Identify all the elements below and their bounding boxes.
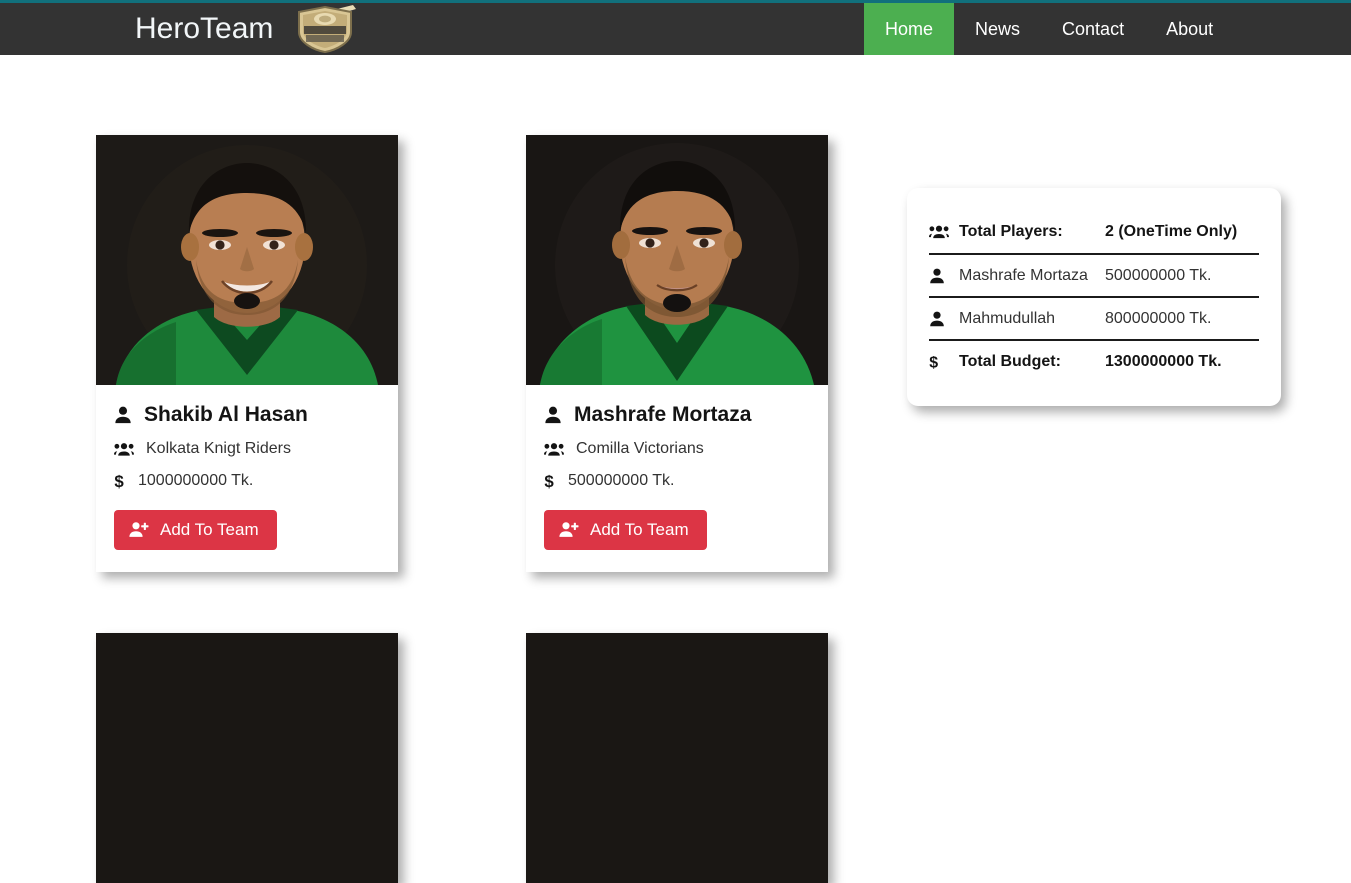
player-photo xyxy=(526,135,828,385)
player-price-row: $ 500000000 Tk. xyxy=(544,472,810,490)
add-to-team-label: Add To Team xyxy=(590,519,689,539)
brand[interactable]: HeroTeam xyxy=(135,3,361,55)
add-to-team-button[interactable]: Add To Team xyxy=(114,509,277,550)
summary-row-total-players: Total Players: 2 (OneTime Only) xyxy=(929,210,1259,253)
summary-value: 500000000 Tk. xyxy=(1105,266,1212,284)
player-name-row: Shakib Al Hasan xyxy=(114,403,380,426)
player-card xyxy=(526,633,828,883)
player-name-row: Mashrafe Mortaza xyxy=(544,403,810,426)
users-group-icon xyxy=(929,224,953,239)
summary-label: Total Players: xyxy=(959,222,1063,240)
player-price: 500000000 Tk. xyxy=(568,471,675,489)
player-price: 1000000000 Tk. xyxy=(138,471,254,489)
player-photo xyxy=(96,633,398,883)
summary-value: 2 (OneTime Only) xyxy=(1105,222,1238,240)
player-card: Shakib Al Hasan Kolkata Knigt Riders $ 1… xyxy=(96,135,398,572)
svg-text:$: $ xyxy=(544,472,554,490)
nav-item-contact[interactable]: Contact xyxy=(1041,3,1145,55)
user-plus-icon xyxy=(559,521,579,538)
summary-row-player: Mahmudullah 800000000 Tk. xyxy=(929,296,1259,339)
summary-row-total-budget: $ Total Budget: 1300000000 Tk. xyxy=(929,339,1259,382)
challengers-shield-logo-icon xyxy=(287,4,361,54)
summary-label: Total Budget: xyxy=(959,352,1061,370)
team-summary-panel: Total Players: 2 (OneTime Only) Mashrafe… xyxy=(907,188,1281,406)
nav-item-news[interactable]: News xyxy=(954,3,1041,55)
summary-value: 1300000000 Tk. xyxy=(1105,352,1222,370)
player-photo xyxy=(526,633,828,883)
users-group-icon xyxy=(114,441,134,457)
summary-label: Mahmudullah xyxy=(959,309,1056,327)
user-icon xyxy=(544,406,562,424)
user-icon xyxy=(114,406,132,424)
nav-item-about[interactable]: About xyxy=(1145,3,1234,55)
brand-title: HeroTeam xyxy=(135,12,274,45)
player-team: Comilla Victorians xyxy=(576,440,704,458)
nav-links: Home News Contact About xyxy=(864,3,1234,55)
summary-value: 800000000 Tk. xyxy=(1105,309,1212,327)
player-team: Kolkata Knigt Riders xyxy=(146,440,291,458)
player-card: Mashrafe Mortaza Comilla Victorians $ 50… xyxy=(526,135,828,572)
player-photo xyxy=(96,135,398,385)
user-icon xyxy=(929,311,953,327)
add-to-team-button[interactable]: Add To Team xyxy=(544,509,707,550)
summary-row-player: Mashrafe Mortaza 500000000 Tk. xyxy=(929,253,1259,296)
users-group-icon xyxy=(544,441,564,457)
navbar: HeroTeam Home News Contact About xyxy=(0,3,1351,55)
player-team-row: Comilla Victorians xyxy=(544,440,810,458)
dollar-sign-icon: $ xyxy=(929,353,953,370)
nav-item-home[interactable]: Home xyxy=(864,3,955,55)
player-name: Shakib Al Hasan xyxy=(144,403,308,426)
player-price-row: $ 1000000000 Tk. xyxy=(114,472,380,490)
player-card-body: Mashrafe Mortaza Comilla Victorians $ 50… xyxy=(526,385,828,572)
user-plus-icon xyxy=(129,521,149,538)
main-content: Shakib Al Hasan Kolkata Knigt Riders $ 1… xyxy=(0,55,1351,883)
user-icon xyxy=(929,268,953,284)
svg-text:$: $ xyxy=(929,354,938,370)
player-team-row: Kolkata Knigt Riders xyxy=(114,440,380,458)
player-card xyxy=(96,633,398,883)
dollar-sign-icon: $ xyxy=(544,472,556,490)
add-to-team-label: Add To Team xyxy=(160,519,259,539)
dollar-sign-icon: $ xyxy=(114,472,126,490)
svg-text:$: $ xyxy=(114,472,124,490)
player-card-body: Shakib Al Hasan Kolkata Knigt Riders $ 1… xyxy=(96,385,398,572)
summary-label: Mashrafe Mortaza xyxy=(959,266,1088,284)
player-name: Mashrafe Mortaza xyxy=(574,403,752,426)
